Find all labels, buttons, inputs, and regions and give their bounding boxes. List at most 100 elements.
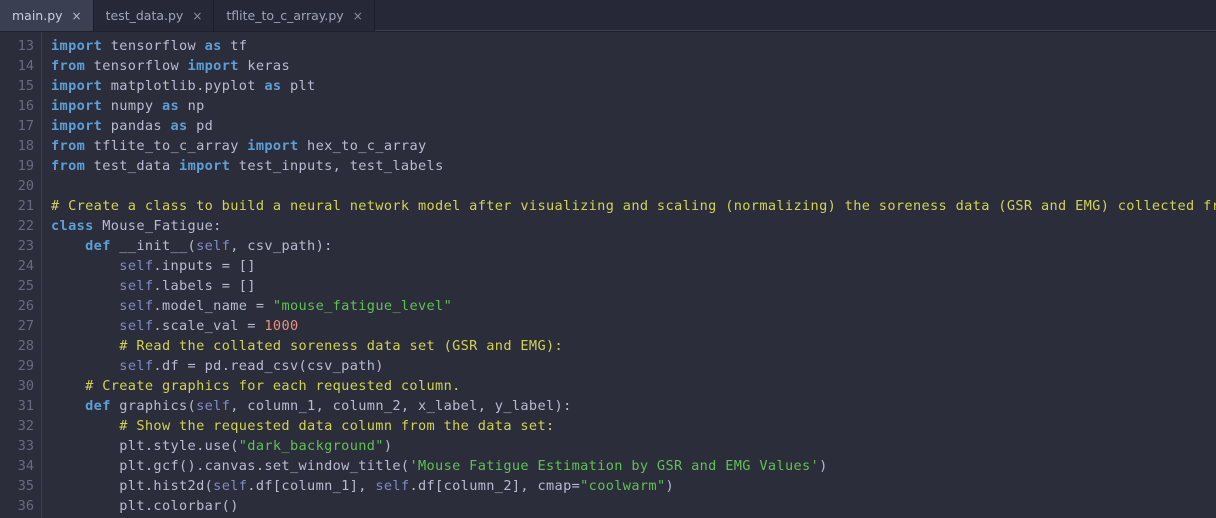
line-number: 30	[17, 378, 34, 394]
code-line[interactable]: import matplotlib.pyplot as plt	[51, 76, 1216, 96]
code-line[interactable]: from tflite_to_c_array import hex_to_c_a…	[51, 136, 1216, 156]
code-token-txt: tflite_to_c_array	[85, 138, 248, 154]
code-token-kw: import	[179, 158, 231, 174]
code-token-kw: import	[51, 38, 103, 54]
line-number: 26	[17, 298, 34, 314]
line-number: 14	[17, 58, 34, 74]
line-number: 18	[17, 138, 34, 154]
code-token-txt: plt.style.use(	[51, 438, 239, 454]
line-number: 19	[17, 158, 34, 174]
line-number: 35	[17, 478, 34, 494]
editor-tab[interactable]: test_data.py ×	[93, 0, 215, 31]
code-token-self: self	[119, 278, 154, 294]
code-token-num: 1000	[264, 318, 299, 334]
close-icon[interactable]: ×	[70, 9, 84, 23]
code-token-self: self	[119, 358, 154, 374]
code-token-kw: as	[204, 38, 222, 54]
code-line[interactable]: import pandas as pd	[51, 116, 1216, 136]
line-number: 27	[17, 318, 34, 334]
line-number: 24	[17, 258, 34, 274]
code-line[interactable]: from tensorflow import keras	[51, 56, 1216, 76]
code-token-txt: tf	[221, 38, 248, 54]
code-token-self: self	[119, 258, 154, 274]
code-line[interactable]: def graphics(self, column_1, column_2, x…	[51, 396, 1216, 416]
line-number: 29	[17, 358, 34, 374]
code-token-self: self	[196, 238, 231, 254]
code-token-txt: pandas	[102, 118, 171, 134]
code-token-kw: from	[51, 138, 86, 154]
code-token-txt: test_data	[85, 158, 180, 174]
code-token-txt: hex_to_c_array	[298, 138, 427, 154]
line-number: 31	[17, 398, 34, 414]
code-line[interactable]: self.scale_val = 1000	[51, 316, 1216, 336]
code-editor[interactable]: 13 14 15 16 17 18 19 20 21 22 23 24 25 26 27 28 29 30 31 32…	[0, 32, 1216, 518]
code-token-self: self	[213, 478, 248, 494]
code-line[interactable]: # Create a class to build a neural netwo…	[51, 196, 1216, 216]
code-line[interactable]: # Show the requested data column from th…	[51, 416, 1216, 436]
editor-tab-label: tflite_to_c_array.py	[226, 8, 344, 23]
editor-tab-label: main.py	[12, 8, 63, 23]
code-line[interactable]: class Mouse_Fatigue:	[51, 216, 1216, 236]
code-token-txt: plt.gcf().canvas.set_window_title(	[51, 458, 410, 474]
code-token-cmt: # Read the collated soreness data set (G…	[119, 338, 564, 354]
code-token-txt: .df[column_1],	[247, 478, 376, 494]
code-line[interactable]: self.inputs = []	[51, 256, 1216, 276]
code-token-kw: import	[187, 58, 239, 74]
code-token-txt: .scale_val =	[153, 318, 265, 334]
code-line[interactable]	[51, 176, 1216, 196]
code-token-kw: import	[51, 78, 103, 94]
code-token-self: self	[375, 478, 410, 494]
code-token-txt: , column_1, column_2, x_label, y_label):	[230, 398, 572, 414]
code-token-txt: np	[179, 98, 205, 114]
code-token-kw: class	[51, 218, 94, 234]
line-number: 15	[17, 78, 34, 94]
code-line[interactable]: plt.gcf().canvas.set_window_title('Mouse…	[51, 456, 1216, 476]
code-token-txt: )	[383, 438, 393, 454]
code-token-txt: plt.hist2d(	[51, 478, 214, 494]
code-token-str: "coolwarm"	[580, 478, 666, 494]
code-token-kw: from	[51, 158, 86, 174]
code-token-kw: import	[51, 98, 103, 114]
code-line[interactable]: def __init__(self, csv_path):	[51, 236, 1216, 256]
code-line[interactable]: plt.hist2d(self.df[column_1], self.df[co…	[51, 476, 1216, 496]
code-line[interactable]: # Read the collated soreness data set (G…	[51, 336, 1216, 356]
code-line[interactable]: import numpy as np	[51, 96, 1216, 116]
code-content[interactable]: import tensorflow as tf from tensorflow i…	[42, 32, 1216, 518]
line-number: 32	[17, 418, 34, 434]
code-token-kw: as	[170, 118, 188, 134]
code-line[interactable]: plt.colorbar()	[51, 496, 1216, 516]
code-token-kw: as	[264, 78, 282, 94]
code-token-cmt: # Create graphics for each requested col…	[85, 378, 461, 394]
code-line[interactable]: import tensorflow as tf	[51, 36, 1216, 56]
editor-tab[interactable]: main.py ×	[0, 0, 94, 31]
code-token-kw: import	[247, 138, 299, 154]
code-token-txt: Mouse_Fatigue:	[93, 218, 222, 234]
editor-tab-label: test_data.py	[105, 8, 184, 23]
line-number: 21	[17, 198, 34, 214]
code-token-txt: .labels = []	[153, 278, 256, 294]
tab-bar-filler	[374, 0, 1216, 31]
code-token-txt: .df = pd.read_csv(csv_path)	[153, 358, 384, 374]
code-line[interactable]: from test_data import test_inputs, test_…	[51, 156, 1216, 176]
code-token-kw: def	[85, 238, 111, 254]
code-line[interactable]: self.labels = []	[51, 276, 1216, 296]
close-icon[interactable]: ×	[351, 9, 365, 23]
line-number-gutter: 13 14 15 16 17 18 19 20 21 22 23 24 25 26 27 28 29 30 31 32…	[0, 32, 42, 518]
close-icon[interactable]: ×	[190, 9, 204, 23]
code-line[interactable]: self.df = pd.read_csv(csv_path)	[51, 356, 1216, 376]
code-line[interactable]: plt.style.use("dark_background")	[51, 436, 1216, 456]
code-token-kw: from	[51, 58, 86, 74]
line-number: 23	[17, 238, 34, 254]
line-number: 25	[17, 278, 34, 294]
code-token-str: "mouse_fatigue_level"	[272, 298, 453, 314]
editor-tab[interactable]: tflite_to_c_array.py ×	[214, 0, 375, 31]
code-line[interactable]: # Create graphics for each requested col…	[51, 376, 1216, 396]
code-line[interactable]: self.model_name = "mouse_fatigue_level"	[51, 296, 1216, 316]
line-number: 20	[17, 178, 34, 194]
